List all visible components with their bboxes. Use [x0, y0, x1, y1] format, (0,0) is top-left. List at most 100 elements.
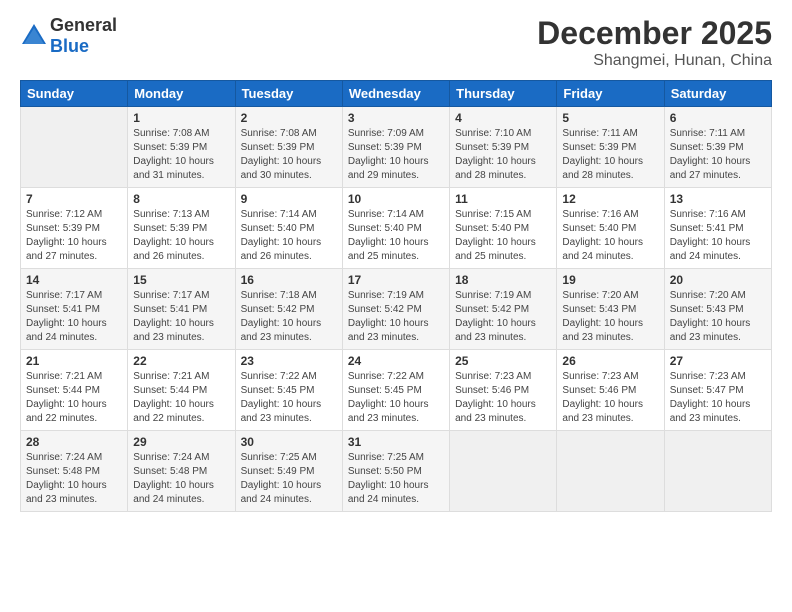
day-info: Sunrise: 7:16 AM Sunset: 5:41 PM Dayligh…: [670, 208, 766, 264]
table-row: 18Sunrise: 7:19 AM Sunset: 5:42 PM Dayli…: [450, 269, 557, 350]
header-tuesday: Tuesday: [235, 81, 342, 107]
day-info: Sunrise: 7:22 AM Sunset: 5:45 PM Dayligh…: [241, 370, 337, 426]
table-row: 16 Sunrise: 7:18 AM Sunset: 5:42 PM Dayli…: [235, 269, 342, 350]
day-number: 16: [241, 273, 337, 287]
day-info: Sunrise: 7:10 AM Sunset: 5:39 PM Dayligh…: [455, 127, 551, 183]
table-row: 17 Sunrise: 7:19 AM Sunset: 5:42 PM Dayli…: [342, 269, 449, 350]
day-number: 30: [241, 435, 337, 449]
day-info: Sunrise: 7:11 AM Sunset: 5:39 PM Dayligh…: [670, 127, 766, 183]
day-number: 14: [26, 273, 122, 287]
page: General Blue December 2025 Shangmei, Hun…: [0, 0, 792, 612]
weekday-header-row: Sunday Monday Tuesday Wednesday Thursday…: [21, 81, 772, 107]
day-number: 5: [562, 111, 658, 125]
day-info: Sunrise: 7:21 AM Sunset: 5:44 PM Dayligh…: [26, 370, 122, 426]
day-number: 13: [670, 192, 766, 206]
table-row: 9 Sunrise: 7:14 AM Sunset: 5:40 PM Daylig…: [235, 188, 342, 269]
table-row: 28Sunrise: 7:24 AM Sunset: 5:48 PM Dayli…: [21, 431, 128, 512]
table-row: 8 Sunrise: 7:13 AM Sunset: 5:39 PM Daylig…: [128, 188, 235, 269]
day-number: 8: [133, 192, 229, 206]
day-info: Sunrise: 7:23 AM Sunset: 5:46 PM Dayligh…: [455, 370, 551, 426]
day-number: 9: [241, 192, 337, 206]
day-number: 15: [133, 273, 229, 287]
table-row: 10 Sunrise: 7:14 AM Sunset: 5:40 PM Dayli…: [342, 188, 449, 269]
table-row: 5 Sunrise: 7:11 AM Sunset: 5:39 PM Daylig…: [557, 107, 664, 188]
day-info: Sunrise: 7:20 AM Sunset: 5:43 PM Dayligh…: [670, 289, 766, 345]
table-row: 13 Sunrise: 7:16 AM Sunset: 5:41 PM Dayli…: [664, 188, 771, 269]
day-info: Sunrise: 7:25 AM Sunset: 5:49 PM Dayligh…: [241, 451, 337, 507]
day-number: 27: [670, 354, 766, 368]
day-info: Sunrise: 7:17 AM Sunset: 5:41 PM Dayligh…: [26, 289, 122, 345]
table-row: [21, 107, 128, 188]
table-row: 27 Sunrise: 7:23 AM Sunset: 5:47 PM Dayli…: [664, 350, 771, 431]
table-row: [664, 431, 771, 512]
day-info: Sunrise: 7:24 AM Sunset: 5:48 PM Dayligh…: [133, 451, 229, 507]
day-info: Sunrise: 7:13 AM Sunset: 5:39 PM Dayligh…: [133, 208, 229, 264]
day-number: 19: [562, 273, 658, 287]
day-number: 20: [670, 273, 766, 287]
table-row: 21 Sunrise: 7:21 AM Sunset: 5:44 PM Dayli…: [21, 350, 128, 431]
day-info: Sunrise: 7:25 AM Sunset: 5:50 PM Dayligh…: [348, 451, 444, 507]
title-block: December 2025 Shangmei, Hunan, China: [537, 15, 772, 70]
day-info: Sunrise: 7:17 AM Sunset: 5:41 PM Dayligh…: [133, 289, 229, 345]
table-row: 14 Sunrise: 7:17 AM Sunset: 5:41 PM Dayli…: [21, 269, 128, 350]
day-info: Sunrise: 7:24 AM Sunset: 5:48 PM Dayligh…: [26, 451, 122, 507]
calendar-table: Sunday Monday Tuesday Wednesday Thursday…: [20, 80, 772, 512]
calendar-week-row: 1 Sunrise: 7:08 AM Sunset: 5:39 PM Daylig…: [21, 107, 772, 188]
table-row: 11Sunrise: 7:15 AM Sunset: 5:40 PM Dayli…: [450, 188, 557, 269]
header: General Blue December 2025 Shangmei, Hun…: [20, 15, 772, 70]
day-number: 24: [348, 354, 444, 368]
day-number: 31: [348, 435, 444, 449]
day-number: 23: [241, 354, 337, 368]
day-info: Sunrise: 7:14 AM Sunset: 5:40 PM Dayligh…: [241, 208, 337, 264]
day-info: Sunrise: 7:12 AM Sunset: 5:39 PM Dayligh…: [26, 208, 122, 264]
day-number: 2: [241, 111, 337, 125]
logo-general-text: General: [50, 15, 117, 35]
table-row: 2Sunrise: 7:08 AM Sunset: 5:39 PM Daylig…: [235, 107, 342, 188]
day-number: 26: [562, 354, 658, 368]
table-row: 25 Sunrise: 7:23 AM Sunset: 5:46 PM Dayli…: [450, 350, 557, 431]
header-sunday: Sunday: [21, 81, 128, 107]
header-friday: Friday: [557, 81, 664, 107]
day-number: 1: [133, 111, 229, 125]
day-info: Sunrise: 7:14 AM Sunset: 5:40 PM Dayligh…: [348, 208, 444, 264]
table-row: 24Sunrise: 7:22 AM Sunset: 5:45 PM Dayli…: [342, 350, 449, 431]
logo-icon: [20, 22, 48, 50]
day-number: 10: [348, 192, 444, 206]
calendar-week-row: 14 Sunrise: 7:17 AM Sunset: 5:41 PM Dayli…: [21, 269, 772, 350]
day-number: 21: [26, 354, 122, 368]
header-wednesday: Wednesday: [342, 81, 449, 107]
logo-blue-text: Blue: [50, 36, 89, 56]
day-info: Sunrise: 7:20 AM Sunset: 5:43 PM Dayligh…: [562, 289, 658, 345]
table-row: 1 Sunrise: 7:08 AM Sunset: 5:39 PM Daylig…: [128, 107, 235, 188]
calendar-week-row: 21 Sunrise: 7:21 AM Sunset: 5:44 PM Dayli…: [21, 350, 772, 431]
day-number: 25: [455, 354, 551, 368]
day-info: Sunrise: 7:16 AM Sunset: 5:40 PM Dayligh…: [562, 208, 658, 264]
day-info: Sunrise: 7:08 AM Sunset: 5:39 PM Dayligh…: [133, 127, 229, 183]
table-row: 30 Sunrise: 7:25 AM Sunset: 5:49 PM Dayli…: [235, 431, 342, 512]
month-title: December 2025: [537, 15, 772, 52]
day-number: 4: [455, 111, 551, 125]
day-info: Sunrise: 7:19 AM Sunset: 5:42 PM Dayligh…: [455, 289, 551, 345]
day-number: 17: [348, 273, 444, 287]
table-row: 15 Sunrise: 7:17 AM Sunset: 5:41 PM Dayli…: [128, 269, 235, 350]
day-number: 3: [348, 111, 444, 125]
day-info: Sunrise: 7:18 AM Sunset: 5:42 PM Dayligh…: [241, 289, 337, 345]
table-row: [450, 431, 557, 512]
header-saturday: Saturday: [664, 81, 771, 107]
day-info: Sunrise: 7:21 AM Sunset: 5:44 PM Dayligh…: [133, 370, 229, 426]
table-row: 31 Sunrise: 7:25 AM Sunset: 5:50 PM Dayli…: [342, 431, 449, 512]
table-row: 20 Sunrise: 7:20 AM Sunset: 5:43 PM Dayli…: [664, 269, 771, 350]
day-info: Sunrise: 7:19 AM Sunset: 5:42 PM Dayligh…: [348, 289, 444, 345]
day-info: Sunrise: 7:11 AM Sunset: 5:39 PM Dayligh…: [562, 127, 658, 183]
day-number: 29: [133, 435, 229, 449]
day-number: 11: [455, 192, 551, 206]
header-monday: Monday: [128, 81, 235, 107]
location: Shangmei, Hunan, China: [537, 52, 772, 70]
day-number: 22: [133, 354, 229, 368]
table-row: 23 Sunrise: 7:22 AM Sunset: 5:45 PM Dayli…: [235, 350, 342, 431]
day-number: 12: [562, 192, 658, 206]
day-number: 6: [670, 111, 766, 125]
table-row: 22 Sunrise: 7:21 AM Sunset: 5:44 PM Dayli…: [128, 350, 235, 431]
day-info: Sunrise: 7:23 AM Sunset: 5:47 PM Dayligh…: [670, 370, 766, 426]
day-info: Sunrise: 7:09 AM Sunset: 5:39 PM Dayligh…: [348, 127, 444, 183]
